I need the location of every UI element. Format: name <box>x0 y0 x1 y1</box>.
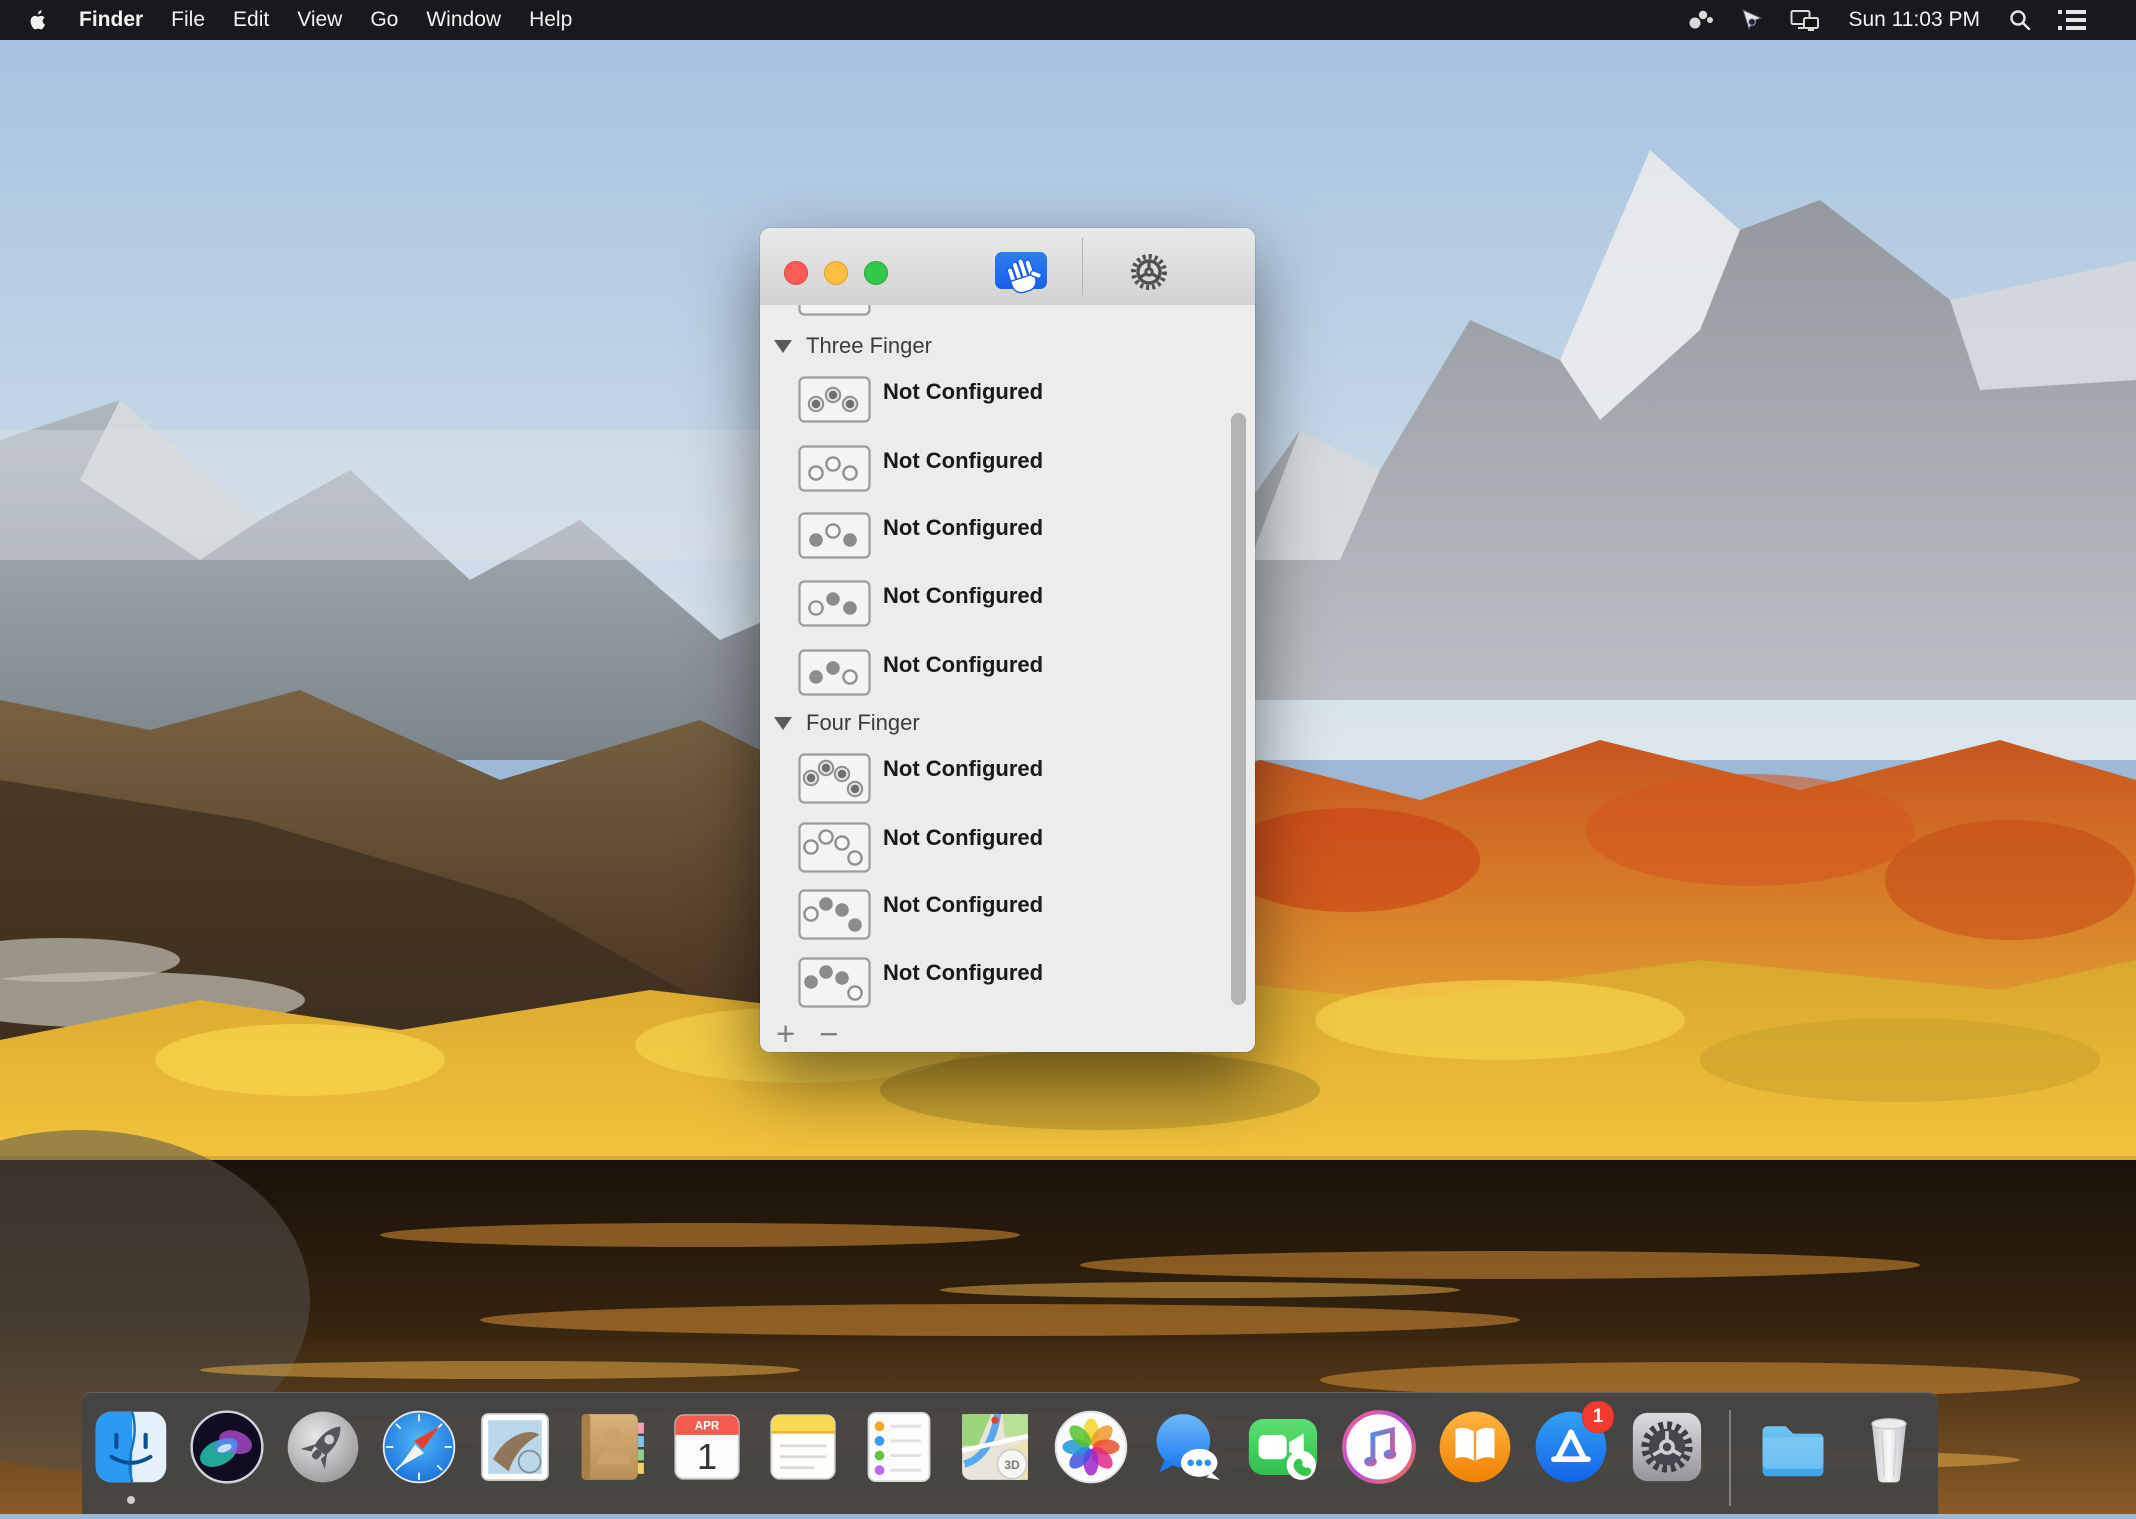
dock-icon-siri[interactable] <box>188 1408 266 1486</box>
menu-finder[interactable]: Finder <box>65 0 157 40</box>
gesture-action-label: Not Configured <box>883 652 1043 678</box>
add-gesture-button[interactable]: + <box>772 1017 799 1051</box>
gesture-action-label: Not Configured <box>883 960 1043 986</box>
dock-icon-reminders[interactable] <box>860 1408 938 1486</box>
dock-separator <box>1729 1410 1731 1506</box>
gesture-action-label: Not Configured <box>883 825 1043 851</box>
menu-bar-clock[interactable]: Sun 11:03 PM <box>1840 8 1988 32</box>
dock-icon-photos[interactable] <box>1052 1408 1130 1486</box>
clipped-row-box <box>798 305 871 321</box>
dock-icon-app-store[interactable]: 1 <box>1532 1408 1610 1486</box>
gesture-row[interactable]: Not Configured <box>788 512 1234 563</box>
svg-text:3D: 3D <box>1004 1458 1020 1472</box>
gesture-preferences-window: Three Finger Not Configured Not Configured… <box>760 228 1255 1052</box>
gesture-pattern-icon <box>798 822 871 873</box>
menu-edit[interactable]: Edit <box>219 0 283 40</box>
dock-icon-facetime[interactable] <box>1244 1408 1322 1486</box>
menu-help[interactable]: Help <box>515 0 586 40</box>
app-menus: FinderFileEditViewGoWindowHelp <box>65 0 586 40</box>
gesture-action-label: Not Configured <box>883 892 1043 918</box>
section-label: Four Finger <box>806 710 920 736</box>
gesture-pattern-icon <box>798 753 871 804</box>
section-header-three-finger: Three Finger <box>774 333 932 359</box>
toolbar-divider <box>1082 238 1083 295</box>
dock-icon-notes[interactable] <box>764 1408 842 1486</box>
settings-gear-tab[interactable] <box>1126 249 1172 295</box>
gesture-list: Three Finger Not Configured Not Configured… <box>760 305 1255 1052</box>
menu-go[interactable]: Go <box>356 0 412 40</box>
gesture-action-label: Not Configured <box>883 583 1043 609</box>
disclosure-triangle-icon[interactable] <box>774 340 792 353</box>
dock-icon-maps[interactable]: 3D <box>956 1408 1034 1486</box>
section-label: Three Finger <box>806 333 932 359</box>
running-indicator-dot <box>127 1496 135 1504</box>
gesture-row[interactable]: Not Configured <box>788 580 1234 631</box>
dock-icon-system-preferences[interactable] <box>1628 1408 1706 1486</box>
notification-center-icon[interactable] <box>2052 0 2092 40</box>
scrollbar-thumb[interactable] <box>1231 413 1246 1005</box>
dock: APR 1 3D 1 <box>82 1392 1938 1514</box>
cursor-icon[interactable] <box>1734 0 1770 40</box>
gesture-action-label: Not Configured <box>883 756 1043 782</box>
list-footer: + − <box>772 1017 843 1051</box>
window-toolbar <box>760 228 1255 306</box>
menu-bar: FinderFileEditViewGoWindowHelp Sun 11 <box>0 0 2136 40</box>
gesture-pattern-icon <box>798 957 871 1008</box>
remove-gesture-button[interactable]: − <box>815 1017 842 1051</box>
minimize-button[interactable] <box>824 261 848 285</box>
dock-icon-calendar[interactable]: APR 1 <box>668 1408 746 1486</box>
dock-icon-messages[interactable] <box>1148 1408 1226 1486</box>
gesture-action-label: Not Configured <box>883 379 1043 405</box>
disclosure-triangle-icon[interactable] <box>774 717 792 730</box>
gesture-action-label: Not Configured <box>883 515 1043 541</box>
gesture-row[interactable]: Not Configured <box>788 957 1234 1012</box>
gesture-pattern-icon <box>798 889 871 940</box>
gesture-row[interactable]: Not Configured <box>788 889 1234 944</box>
spotlight-icon[interactable] <box>2002 0 2038 40</box>
gesture-row[interactable]: Not Configured <box>788 822 1234 877</box>
gesture-action-label: Not Configured <box>883 448 1043 474</box>
gesture-pattern-icon <box>798 649 871 696</box>
gesture-pattern-icon <box>798 512 871 559</box>
apple-menu[interactable] <box>28 9 47 32</box>
menu-file[interactable]: File <box>157 0 219 40</box>
menu-window[interactable]: Window <box>412 0 515 40</box>
gesture-row[interactable]: Not Configured <box>788 445 1234 496</box>
gesture-pattern-icon <box>798 376 871 423</box>
dock-icon-downloads-folder[interactable] <box>1754 1408 1832 1486</box>
menu-bar-status-area: Sun 11:03 PM <box>1682 0 2136 40</box>
dock-icon-launchpad[interactable] <box>284 1408 362 1486</box>
gesture-row[interactable]: Not Configured <box>788 753 1234 808</box>
svg-text:APR: APR <box>695 1420 720 1432</box>
dock-icon-itunes[interactable] <box>1340 1408 1418 1486</box>
menu-view[interactable]: View <box>283 0 356 40</box>
dock-icon-finder[interactable] <box>92 1408 170 1486</box>
gesture-row[interactable]: Not Configured <box>788 649 1234 700</box>
gesture-pattern-icon <box>798 580 871 627</box>
dock-icon-safari[interactable] <box>380 1408 458 1486</box>
displays-icon[interactable] <box>1784 0 1826 40</box>
close-button[interactable] <box>784 261 808 285</box>
dock-icon-books[interactable] <box>1436 1408 1514 1486</box>
dock-icon-trash[interactable] <box>1850 1408 1928 1486</box>
menu-bar-left: FinderFileEditViewGoWindowHelp <box>0 0 586 40</box>
trackpad-hand-tab[interactable] <box>995 252 1047 289</box>
dock-icon-contacts[interactable] <box>572 1408 650 1486</box>
notification-badge: 1 <box>1582 1401 1614 1433</box>
gesture-pattern-icon <box>798 445 871 492</box>
zoom-button[interactable] <box>864 261 888 285</box>
section-header-four-finger: Four Finger <box>774 710 920 736</box>
gesture-dots-icon[interactable] <box>1682 0 1720 40</box>
dock-icon-mail[interactable] <box>476 1408 554 1486</box>
svg-text:1: 1 <box>697 1436 717 1477</box>
gesture-row[interactable]: Not Configured <box>788 376 1234 427</box>
